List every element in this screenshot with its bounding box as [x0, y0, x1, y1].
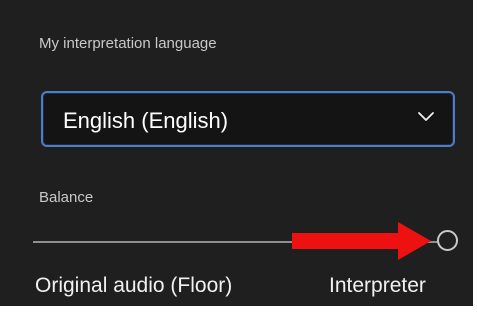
- interpretation-panel: My interpretation language English (Engl…: [0, 0, 473, 306]
- red-arrow-annotation: [292, 222, 431, 260]
- balance-label: Balance: [39, 189, 94, 206]
- balance-min-label: Original audio (Floor): [35, 274, 233, 297]
- chevron-down-icon: [418, 112, 434, 121]
- balance-slider-thumb[interactable]: [437, 230, 458, 251]
- interpretation-language-label: My interpretation language: [39, 35, 217, 52]
- selected-language-text: English (English): [63, 108, 229, 133]
- interpretation-language-dropdown[interactable]: English (English): [41, 91, 455, 147]
- balance-max-label: Interpreter: [329, 274, 426, 297]
